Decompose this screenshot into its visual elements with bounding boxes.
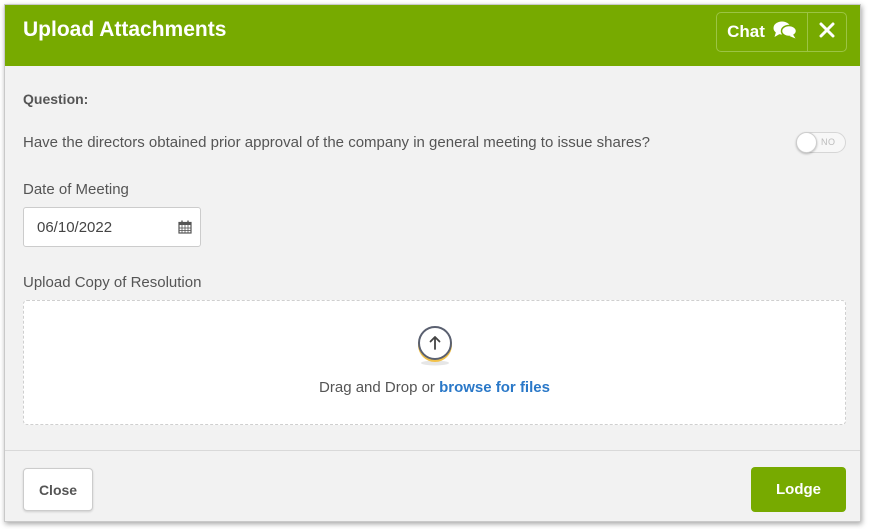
question-text: Have the directors obtained prior approv… (23, 134, 651, 151)
toggle-knob (796, 132, 817, 153)
modal-header: Upload Attachments Chat (5, 5, 860, 66)
drop-instruction: Drag and Drop or (319, 379, 440, 396)
upload-attachments-modal: Upload Attachments Chat Question: Have t… (4, 4, 861, 522)
calendar-icon[interactable] (178, 220, 192, 239)
chat-label: Chat (727, 22, 765, 41)
approval-toggle[interactable]: NO (796, 132, 846, 153)
chat-button[interactable]: Chat (717, 13, 807, 51)
toggle-state-text: NO (821, 137, 836, 147)
modal-title: Upload Attachments (23, 18, 227, 41)
file-dropzone[interactable]: Drag and Drop or browse for files (23, 300, 846, 425)
modal-body: Question: Have the directors obtained pr… (5, 66, 860, 451)
question-label: Question: (23, 91, 89, 107)
modal-footer: Close Lodge (5, 450, 860, 521)
date-of-meeting-input[interactable]: 06/10/2022 (23, 207, 201, 247)
lodge-button[interactable]: Lodge (751, 467, 846, 512)
upload-arrow-icon (416, 325, 454, 372)
chat-bubbles-icon (773, 20, 798, 44)
close-icon-button[interactable] (807, 13, 846, 51)
header-actions: Chat (716, 12, 847, 52)
upload-resolution-label: Upload Copy of Resolution (23, 274, 202, 291)
browse-files-link[interactable]: browse for files (439, 379, 550, 396)
close-icon (819, 22, 835, 43)
dropzone-text: Drag and Drop or browse for files (24, 379, 845, 396)
date-value: 06/10/2022 (37, 219, 113, 236)
date-of-meeting-label: Date of Meeting (23, 181, 129, 198)
close-button[interactable]: Close (23, 468, 93, 511)
